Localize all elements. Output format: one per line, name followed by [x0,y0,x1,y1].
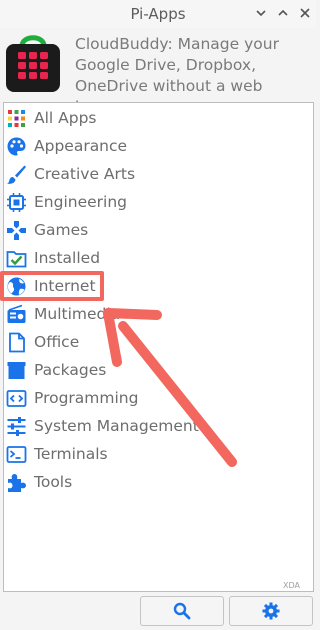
category-item-engineering[interactable]: Engineering [4,189,313,217]
terminal-icon [6,444,27,465]
category-label: Programming [34,389,139,407]
chevron-up-icon[interactable] [274,4,292,22]
category-item-all-apps[interactable]: All Apps [4,105,313,133]
pi-apps-store-bag-icon [4,32,62,94]
search-icon [173,602,191,620]
title-bar: Pi-Apps [0,0,316,28]
sliders-icon [6,416,27,437]
brush-icon [6,164,27,185]
gamepad-icon [6,220,27,241]
close-icon[interactable] [296,4,314,22]
category-label: Engineering [34,193,127,211]
code-icon [6,388,27,409]
chip-icon [6,192,27,213]
category-item-games[interactable]: Games [4,217,313,245]
watermark: XDA [283,581,300,590]
footer-toolbar [0,592,316,630]
category-item-office[interactable]: Office [4,329,313,357]
category-item-programming[interactable]: Programming [4,385,313,413]
app-details-header: CloudBuddy: Manage your Google Drive, Dr… [0,28,316,116]
category-item-packages[interactable]: Packages [4,357,313,385]
category-item-installed[interactable]: Installed [4,245,313,273]
category-label: Terminals [34,445,108,463]
category-item-system-management[interactable]: System Management [4,413,313,441]
category-list: All Apps Appearance Creative Arts Engine… [3,102,314,592]
category-item-terminals[interactable]: Terminals [4,441,313,469]
category-item-multimedia[interactable]: Multimedia [4,301,313,329]
radio-icon [6,304,27,325]
category-label: Appearance [34,137,128,155]
category-label: System Management [34,417,199,435]
document-icon [6,332,27,353]
category-item-appearance[interactable]: Appearance [4,133,313,161]
highlight-box [0,271,104,301]
gear-icon [262,602,280,620]
puzzle-icon [6,472,27,493]
settings-button[interactable] [229,596,313,626]
package-icon [6,360,27,381]
grid-icon [6,108,27,129]
category-label: Creative Arts [34,165,136,183]
category-label: Multimedia [34,305,121,323]
category-label: Tools [34,473,73,491]
category-label: Installed [34,249,101,267]
category-label: Packages [34,361,107,379]
category-label: All Apps [34,109,97,127]
palette-icon [6,136,27,157]
category-label: Office [34,333,80,351]
installed-folder-icon [6,248,27,269]
category-item-tools[interactable]: Tools [4,469,313,497]
search-button[interactable] [140,596,224,626]
category-item-creative-arts[interactable]: Creative Arts [4,161,313,189]
category-label: Games [34,221,89,239]
chevron-down-icon[interactable] [252,4,270,22]
